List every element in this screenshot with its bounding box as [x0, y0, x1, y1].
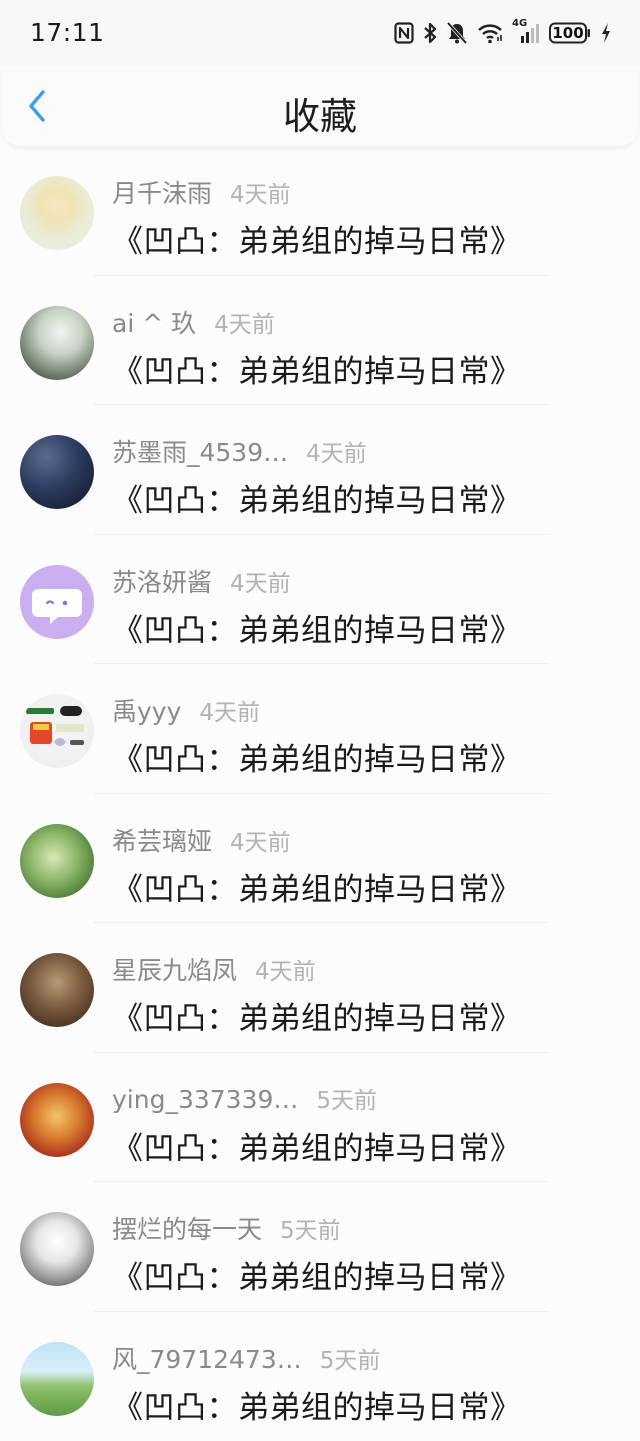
battery-level: 100 [552, 23, 584, 43]
work-title[interactable]: 《凹凸：弟弟组的掉马日常》 [112, 1382, 522, 1427]
work-title[interactable]: 《凹凸：弟弟组的掉马日常》 [112, 1123, 522, 1168]
username[interactable]: 摆烂的每一天 [112, 1210, 262, 1246]
work-title[interactable]: 《凹凸：弟弟组的掉马日常》 [112, 216, 522, 261]
work-title[interactable]: 《凹凸：弟弟组的掉马日常》 [112, 605, 522, 650]
work-title[interactable]: 《凹凸：弟弟组的掉马日常》 [112, 993, 522, 1038]
avatar[interactable] [20, 435, 94, 509]
item-meta: 苏洛妍酱 4天前 [112, 563, 291, 599]
username[interactable]: 苏墨雨_4539… [112, 433, 288, 469]
list-item[interactable]: 风_79712473… 5天前 《凹凸：弟弟组的掉马日常》 [0, 1312, 640, 1441]
battery-icon: 100 [549, 22, 591, 44]
nfc-icon [394, 22, 414, 44]
bell-off-icon [446, 21, 468, 45]
work-title[interactable]: 《凹凸：弟弟组的掉马日常》 [112, 734, 522, 779]
work-title[interactable]: 《凹凸：弟弟组的掉马日常》 [112, 475, 522, 520]
avatar[interactable] [20, 694, 94, 768]
favorites-list: 月千沫雨 4天前 《凹凸：弟弟组的掉马日常》 ai ^ 玖 4天前 《凹凸：弟弟… [0, 146, 640, 1441]
item-meta: 希芸璃娅 4天前 [112, 822, 291, 858]
list-item[interactable]: 摆烂的每一天 5天前 《凹凸：弟弟组的掉马日常》 [0, 1182, 640, 1312]
list-item[interactable]: ai ^ 玖 4天前 《凹凸：弟弟组的掉马日常》 [0, 276, 640, 406]
username[interactable]: 希芸璃娅 [112, 822, 212, 858]
wifi-icon [477, 22, 503, 44]
item-meta: ying_337339… 5天前 [112, 1081, 377, 1115]
username[interactable]: 苏洛妍酱 [112, 563, 212, 599]
item-meta: 星辰九焰凤 4天前 [112, 951, 316, 987]
timestamp: 4天前 [199, 693, 260, 727]
username[interactable]: ai ^ 玖 [112, 304, 196, 340]
timestamp: 4天前 [230, 823, 291, 857]
username[interactable]: 月千沫雨 [112, 174, 212, 210]
charging-icon [600, 22, 612, 44]
status-bar: 17:11 4G 100 [0, 0, 640, 66]
list-item[interactable]: ying_337339… 5天前 《凹凸：弟弟组的掉马日常》 [0, 1053, 640, 1183]
avatar[interactable] [20, 953, 94, 1027]
avatar[interactable] [20, 306, 94, 380]
list-item[interactable]: 月千沫雨 4天前 《凹凸：弟弟组的掉马日常》 [0, 146, 640, 276]
page-title: 收藏 [2, 86, 638, 140]
timestamp: 4天前 [255, 952, 316, 986]
avatar[interactable] [20, 1083, 94, 1157]
timestamp: 4天前 [230, 175, 291, 209]
timestamp: 4天前 [214, 305, 275, 339]
work-title[interactable]: 《凹凸：弟弟组的掉马日常》 [112, 346, 522, 391]
item-meta: 月千沫雨 4天前 [112, 174, 291, 210]
avatar[interactable] [20, 1342, 94, 1416]
status-icons: 4G 100 [394, 18, 612, 48]
list-item[interactable]: 希芸璃娅 4天前 《凹凸：弟弟组的掉马日常》 [0, 794, 640, 924]
status-time: 17:11 [30, 18, 105, 47]
bluetooth-icon [423, 21, 437, 45]
signal-icon: 4G [512, 21, 540, 45]
username[interactable]: 星辰九焰凤 [112, 951, 237, 987]
username[interactable]: 禹yyy [112, 692, 181, 728]
timestamp: 5天前 [316, 1081, 377, 1115]
header: 收藏 [2, 66, 638, 146]
username[interactable]: ying_337339… [112, 1085, 298, 1114]
avatar[interactable] [20, 176, 94, 250]
chat-bubble-icon [20, 565, 94, 639]
item-meta: 禹yyy 4天前 [112, 692, 260, 728]
list-item[interactable]: 禹yyy 4天前 《凹凸：弟弟组的掉马日常》 [0, 664, 640, 794]
timestamp: 5天前 [320, 1341, 381, 1375]
item-meta: 风_79712473… 5天前 [112, 1340, 380, 1376]
avatar[interactable] [20, 824, 94, 898]
work-title[interactable]: 《凹凸：弟弟组的掉马日常》 [112, 864, 522, 909]
list-item[interactable]: 星辰九焰凤 4天前 《凹凸：弟弟组的掉马日常》 [0, 923, 640, 1053]
work-title[interactable]: 《凹凸：弟弟组的掉马日常》 [112, 1252, 522, 1297]
timestamp: 5天前 [280, 1211, 341, 1245]
username[interactable]: 风_79712473… [112, 1340, 302, 1376]
avatar[interactable] [20, 565, 94, 639]
item-meta: 摆烂的每一天 5天前 [112, 1210, 341, 1246]
item-meta: ai ^ 玖 4天前 [112, 304, 275, 340]
avatar[interactable] [20, 1212, 94, 1286]
avatar-illustration [20, 694, 94, 768]
item-meta: 苏墨雨_4539… 4天前 [112, 433, 367, 469]
timestamp: 4天前 [230, 564, 291, 598]
list-item[interactable]: 苏洛妍酱 4天前 《凹凸：弟弟组的掉马日常》 [0, 535, 640, 665]
timestamp: 4天前 [306, 434, 367, 468]
list-item[interactable]: 苏墨雨_4539… 4天前 《凹凸：弟弟组的掉马日常》 [0, 405, 640, 535]
